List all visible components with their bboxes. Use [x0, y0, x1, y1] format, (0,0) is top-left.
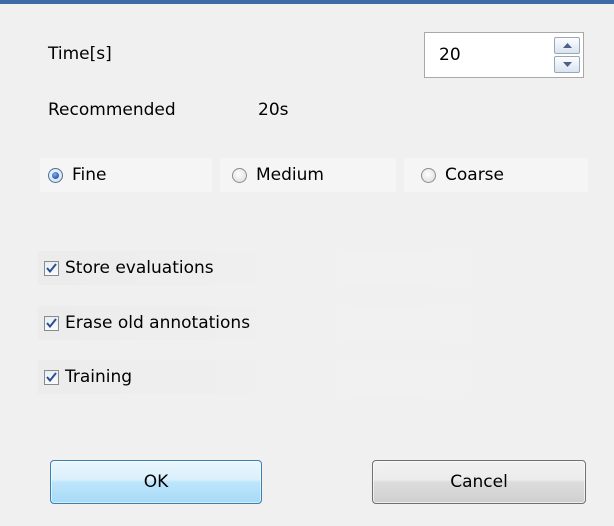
check-mark-icon [46, 263, 57, 273]
radio-fine[interactable]: Fine [48, 163, 107, 187]
ok-button-label: OK [143, 472, 169, 492]
recommended-value: 20s [258, 100, 289, 120]
time-value[interactable]: 20 [439, 45, 461, 65]
cancel-button-label: Cancel [450, 472, 508, 492]
radio-coarse[interactable]: Coarse [421, 163, 504, 187]
spinner-up-button[interactable] [554, 37, 580, 54]
radio-coarse-label: Coarse [445, 165, 504, 185]
cancel-button[interactable]: Cancel [372, 460, 586, 504]
radio-selected-icon[interactable] [48, 167, 63, 183]
radio-medium-label: Medium [256, 165, 324, 185]
store-evaluations-checkbox[interactable]: Store evaluations [38, 251, 588, 285]
training-checkbox[interactable]: Training [38, 360, 588, 394]
radio-unselected-icon[interactable] [421, 167, 436, 183]
checkbox-checked-icon[interactable] [44, 315, 59, 331]
training-label: Training [65, 367, 133, 387]
radio-unselected-icon[interactable] [232, 167, 247, 183]
store-evaluations-label: Store evaluations [65, 258, 214, 278]
radio-fine-label: Fine [72, 165, 107, 185]
checkbox-checked-icon[interactable] [44, 369, 59, 385]
arrow-up-icon [562, 43, 572, 48]
check-mark-icon [46, 372, 57, 382]
checkbox-checked-icon[interactable] [44, 260, 59, 276]
check-mark-icon [46, 318, 57, 328]
recommended-label: Recommended [48, 100, 176, 120]
window-title-strip [0, 0, 614, 4]
radio-medium[interactable]: Medium [232, 163, 324, 187]
arrow-down-icon [562, 62, 572, 67]
time-label: Time[s] [48, 44, 112, 64]
ok-button[interactable]: OK [50, 460, 262, 504]
erase-old-annotations-label: Erase old annotations [65, 313, 251, 333]
time-spinner[interactable]: 20 [424, 32, 584, 78]
spinner-down-button[interactable] [554, 56, 580, 73]
erase-old-annotations-checkbox[interactable]: Erase old annotations [38, 306, 588, 340]
